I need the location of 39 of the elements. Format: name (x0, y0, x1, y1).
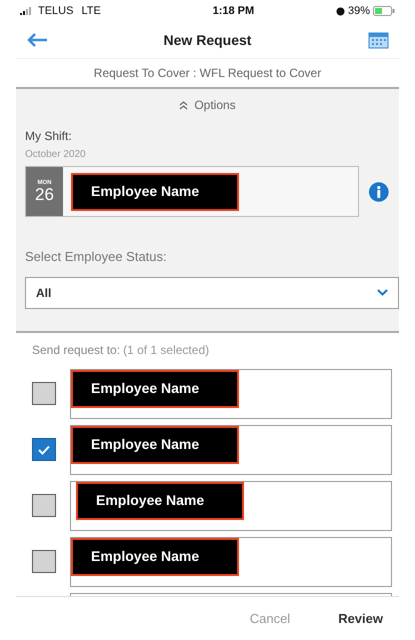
employee-card[interactable]: Employee Name (70, 424, 392, 474)
redacted-name: Employee Name (71, 370, 239, 408)
clock-text: 1:18 PM (212, 4, 254, 19)
battery-icon (373, 6, 395, 16)
day-number: 26 (35, 186, 54, 203)
check-icon (38, 444, 50, 454)
status-dropdown[interactable]: All (25, 276, 399, 308)
page-title: New Request (164, 30, 252, 50)
redacted-name: Employee Name (71, 538, 239, 576)
signal-icon (20, 7, 34, 15)
request-type-text: Request To Cover : WFL Request to Cover (94, 65, 322, 82)
recipient-checkbox[interactable] (32, 550, 56, 573)
shift-month: October 2020 (25, 148, 87, 162)
redacted-name: Employee Name (76, 482, 244, 520)
status-value: All (36, 284, 52, 302)
send-to-label: Send request to: (32, 342, 120, 358)
dropdown-chevron-icon (377, 289, 388, 296)
chevron-icon (179, 100, 188, 110)
review-button[interactable]: Review (338, 608, 383, 628)
recipient-checkbox[interactable] (32, 438, 56, 461)
shift-label: My Shift: (25, 128, 73, 145)
redacted-name: Employee Name (71, 426, 239, 464)
redacted-name: Employee Name (71, 172, 239, 210)
carrier-text: TELUS (38, 4, 74, 19)
back-button[interactable] (26, 32, 48, 48)
selected-count: (1 of 1 selected) (123, 342, 210, 358)
calendar-button[interactable] (366, 31, 389, 49)
employee-card[interactable]: Employee Name (70, 536, 392, 586)
options-toggle[interactable]: Options (16, 89, 399, 121)
employee-card[interactable]: Employee Name (70, 368, 392, 418)
employee-card[interactable]: Employee Name (70, 480, 392, 530)
back-arrow-icon (26, 32, 48, 48)
network-text: LTE (81, 4, 101, 19)
info-icon[interactable] (368, 180, 390, 202)
recipient-checkbox[interactable] (32, 494, 56, 517)
calendar-icon (366, 31, 389, 49)
recipient-checkbox[interactable] (32, 382, 56, 405)
battery-text: 39% (348, 4, 370, 19)
status-label: Select Employee Status: (25, 248, 168, 266)
